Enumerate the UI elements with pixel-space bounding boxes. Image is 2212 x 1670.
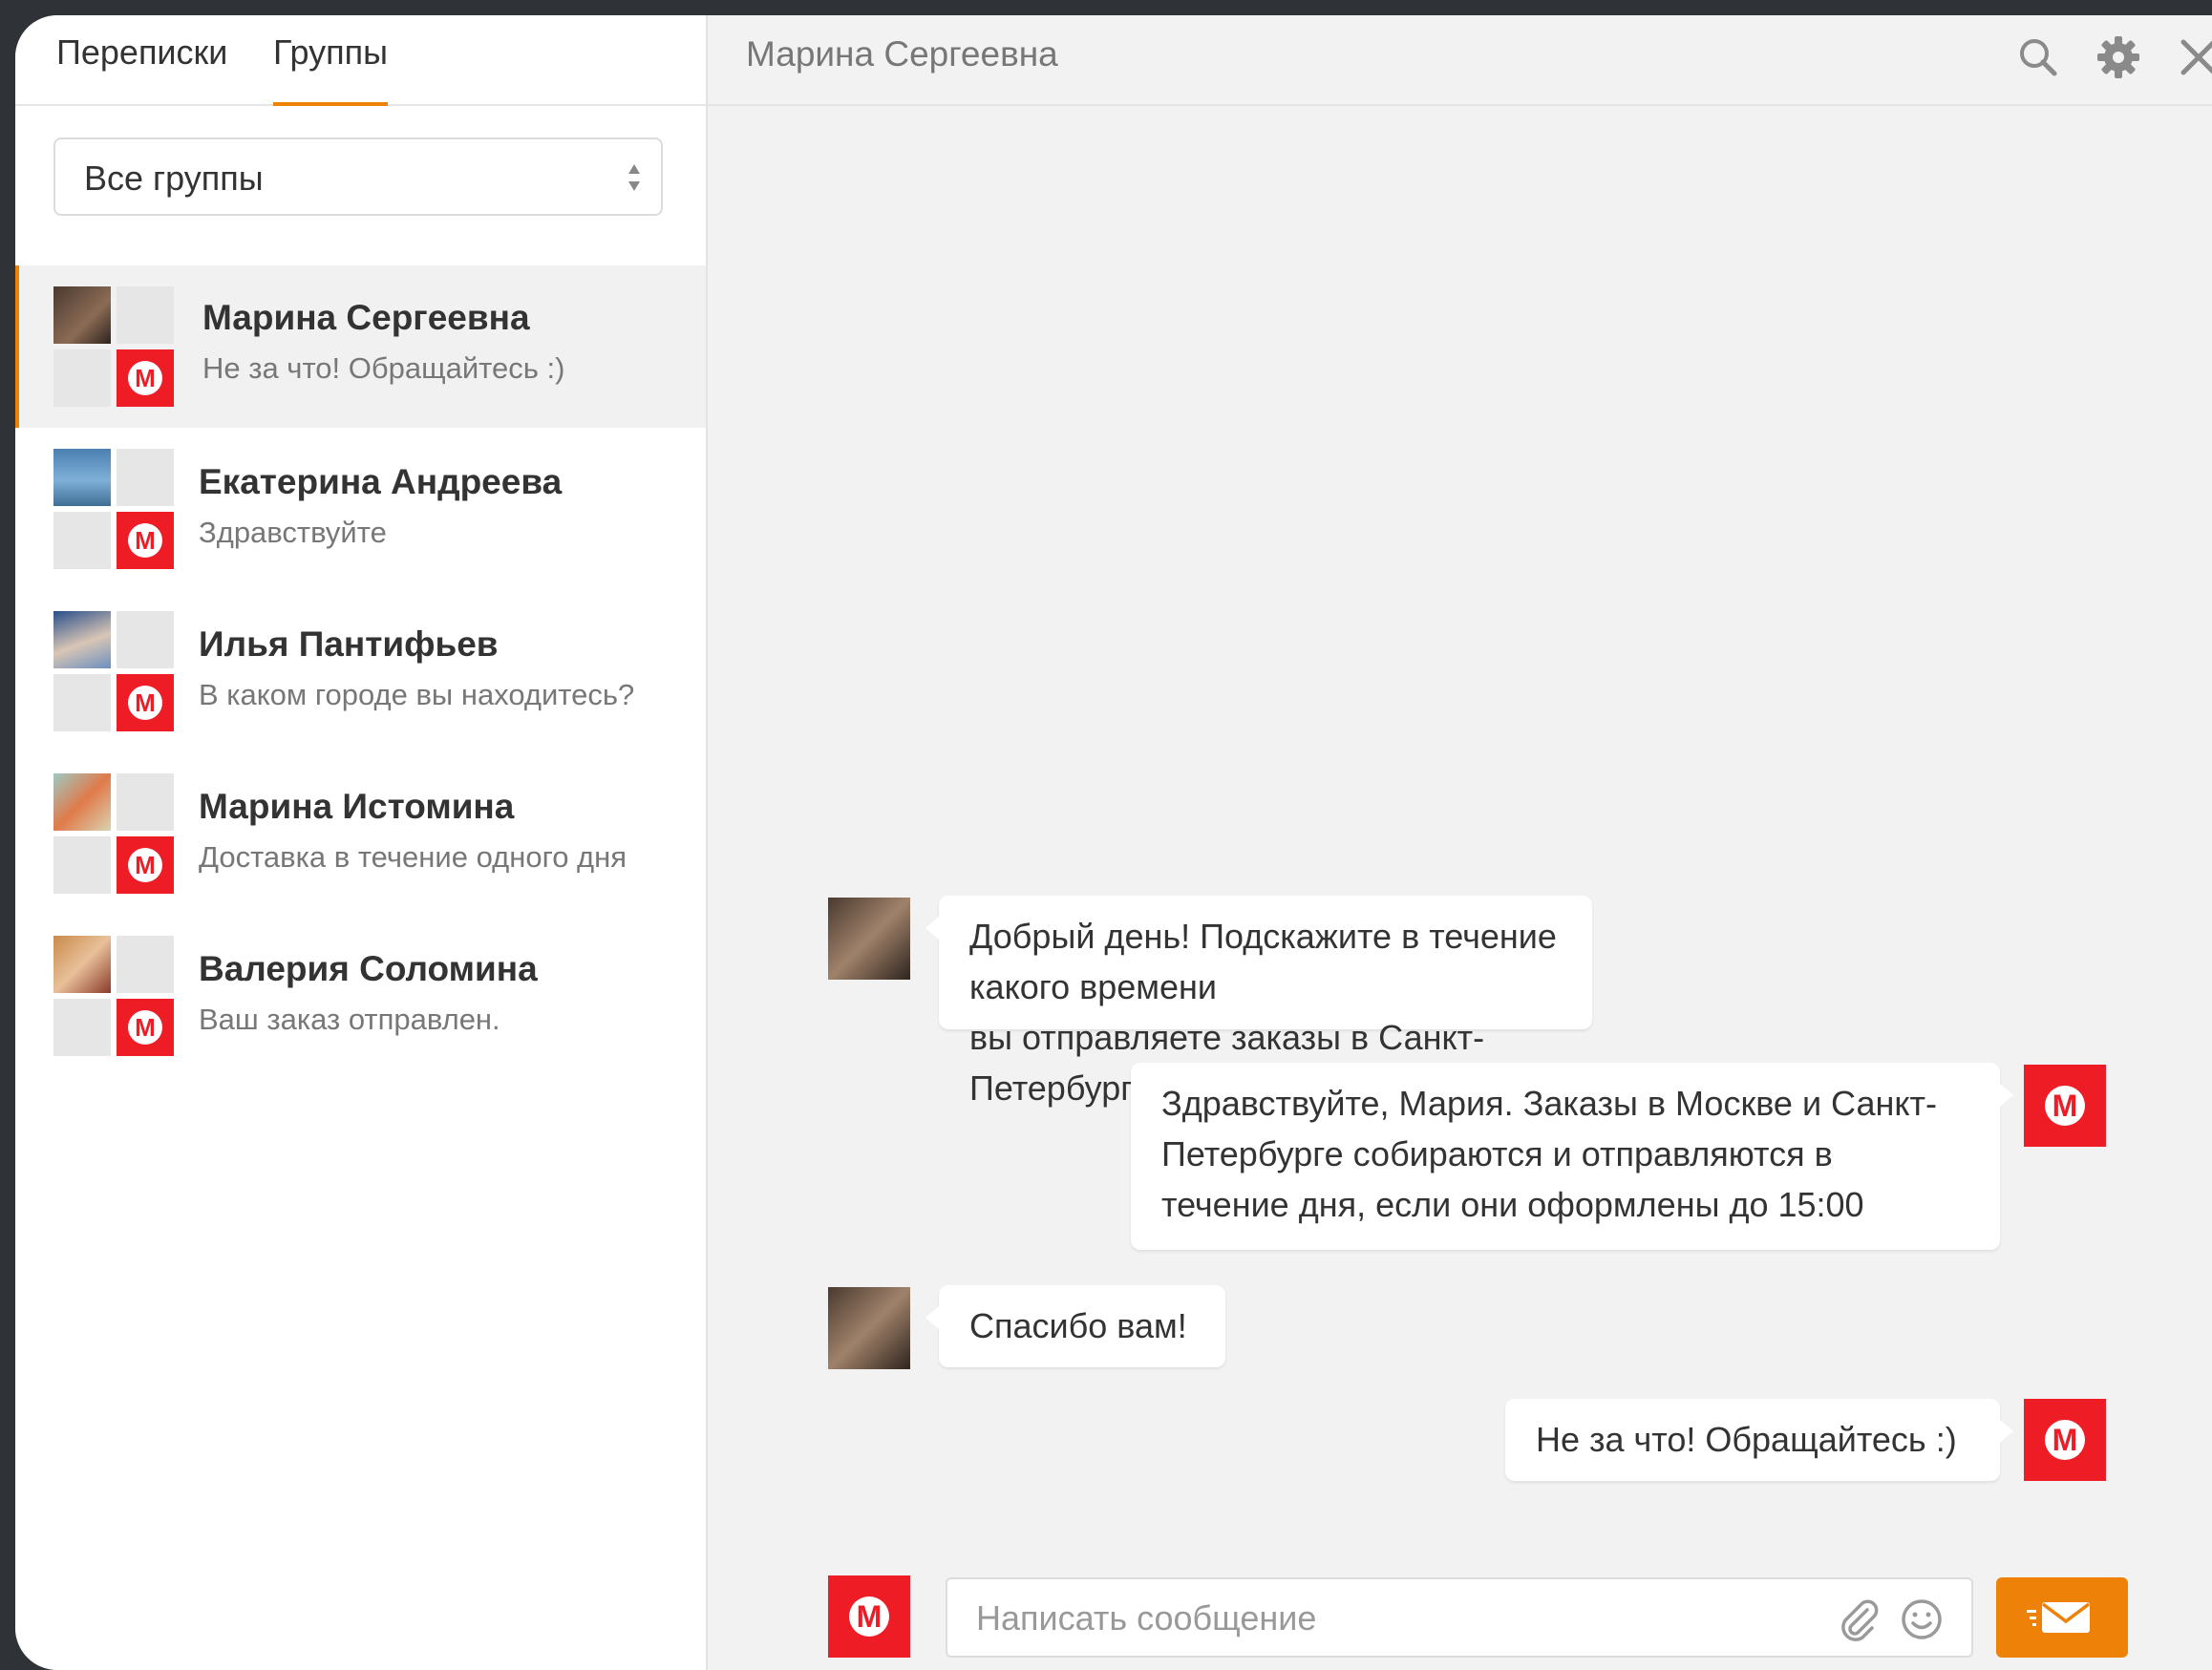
- message-input[interactable]: [974, 1591, 1819, 1646]
- brand-logo-letter: М: [2045, 1086, 2085, 1126]
- group-avatar: М: [53, 936, 176, 1058]
- paperclip-icon[interactable]: [1836, 1596, 1882, 1642]
- conversation-name: Марина Истомина: [199, 787, 515, 826]
- message-bubble-incoming: Добрый день! Подскажите в течение какого…: [925, 896, 1592, 1108]
- shop-avatar: М: [2024, 1065, 2106, 1147]
- conversation-name: Илья Пантифьев: [199, 624, 499, 664]
- close-icon[interactable]: [2172, 31, 2212, 84]
- conversation-preview: Доставка в течение одного дня: [199, 840, 627, 874]
- user-avatar: [828, 898, 910, 980]
- conversation-preview: В каком городе вы находитесь?: [199, 678, 635, 711]
- message-bubble-outgoing: Не за что! Обращайтесь :): [1505, 1399, 2013, 1481]
- avatar-photo: [53, 611, 111, 668]
- brand-logo-letter: М: [849, 1596, 889, 1637]
- conversation-name: Валерия Соломина: [199, 949, 538, 988]
- group-select-value: Все группы: [84, 159, 264, 198]
- message-bubble-outgoing: Здравствуйте, Мария. Заказы в Москве и С…: [1131, 1063, 2013, 1250]
- brand-logo-letter: М: [128, 361, 162, 395]
- message-line: течение дня, если они оформлены до 15:00: [1161, 1185, 1864, 1224]
- messenger-window: Переписки Группы Все группы М Марина Сер…: [15, 15, 2212, 1670]
- conversation-item[interactable]: М Марина Истомина Доставка в течение одн…: [15, 752, 706, 915]
- brand-logo-letter: М: [2045, 1420, 2085, 1460]
- brand-logo: М: [117, 512, 174, 569]
- chat-header: Марина Сергеевна: [708, 15, 2212, 106]
- tab-groups[interactable]: Группы: [273, 32, 388, 106]
- conversation-preview: Ваш заказ отправлен.: [199, 1003, 500, 1036]
- group-avatar: М: [53, 773, 176, 896]
- search-icon[interactable]: [2011, 31, 2065, 84]
- conversation-preview: Не за что! Обращайтесь :): [202, 351, 565, 385]
- select-arrows-icon: [628, 164, 640, 191]
- group-avatar: М: [53, 286, 176, 409]
- user-avatar: [828, 1287, 910, 1369]
- gear-icon[interactable]: [2092, 31, 2145, 84]
- conversation-name: Екатерина Андреева: [199, 462, 563, 501]
- conversation-item[interactable]: М Илья Пантифьев В каком городе вы наход…: [15, 590, 706, 752]
- shop-avatar: М: [2024, 1399, 2106, 1481]
- brand-logo-letter: М: [128, 523, 162, 558]
- brand-logo-letter: М: [128, 1010, 162, 1045]
- avatar-photo: [53, 773, 111, 831]
- brand-logo: М: [117, 836, 174, 894]
- chat-title: Марина Сергеевна: [746, 34, 1058, 74]
- conversation-item[interactable]: М Валерия Соломина Ваш заказ отправлен.: [15, 915, 706, 1077]
- avatar-photo: [53, 286, 111, 344]
- avatar-photo: [53, 936, 111, 993]
- message-line: Спасибо вам!: [969, 1306, 1187, 1345]
- brand-logo-letter: М: [128, 686, 162, 720]
- conversations-pane: Переписки Группы Все группы М Марина Сер…: [15, 15, 708, 1670]
- message-line: Здравствуйте, Мария. Заказы в Москве и С…: [1161, 1084, 1937, 1123]
- my-avatar: М: [828, 1575, 910, 1658]
- tabs-bar: Переписки Группы: [15, 15, 706, 106]
- tab-conversations[interactable]: Переписки: [56, 32, 227, 104]
- brand-logo: М: [117, 349, 174, 407]
- group-avatar: М: [53, 449, 176, 571]
- brand-logo: М: [117, 674, 174, 731]
- group-select[interactable]: Все группы: [53, 137, 663, 216]
- send-button[interactable]: [1996, 1577, 2128, 1658]
- message-composer: [946, 1577, 1973, 1658]
- send-mail-icon: [2027, 1602, 2091, 1633]
- conversation-preview: Здравствуйте: [199, 516, 387, 549]
- smiley-icon[interactable]: [1899, 1596, 1945, 1642]
- conversation-name: Марина Сергеевна: [202, 298, 530, 337]
- brand-logo: М: [117, 999, 174, 1056]
- message-bubble-incoming: Спасибо вам!: [925, 1285, 1225, 1367]
- message-line: Петербурге собираются и отправляются в: [1161, 1134, 1833, 1173]
- conversation-item[interactable]: М Екатерина Андреева Здравствуйте: [15, 428, 706, 590]
- conversation-item[interactable]: М Марина Сергеевна Не за что! Обращайтес…: [15, 265, 706, 428]
- message-line: Добрый день! Подскажите в течение какого…: [969, 917, 1557, 1006]
- group-avatar: М: [53, 611, 176, 733]
- avatar-photo: [53, 449, 111, 506]
- message-line: Не за что! Обращайтесь :): [1536, 1420, 1957, 1459]
- brand-logo-letter: М: [128, 848, 162, 882]
